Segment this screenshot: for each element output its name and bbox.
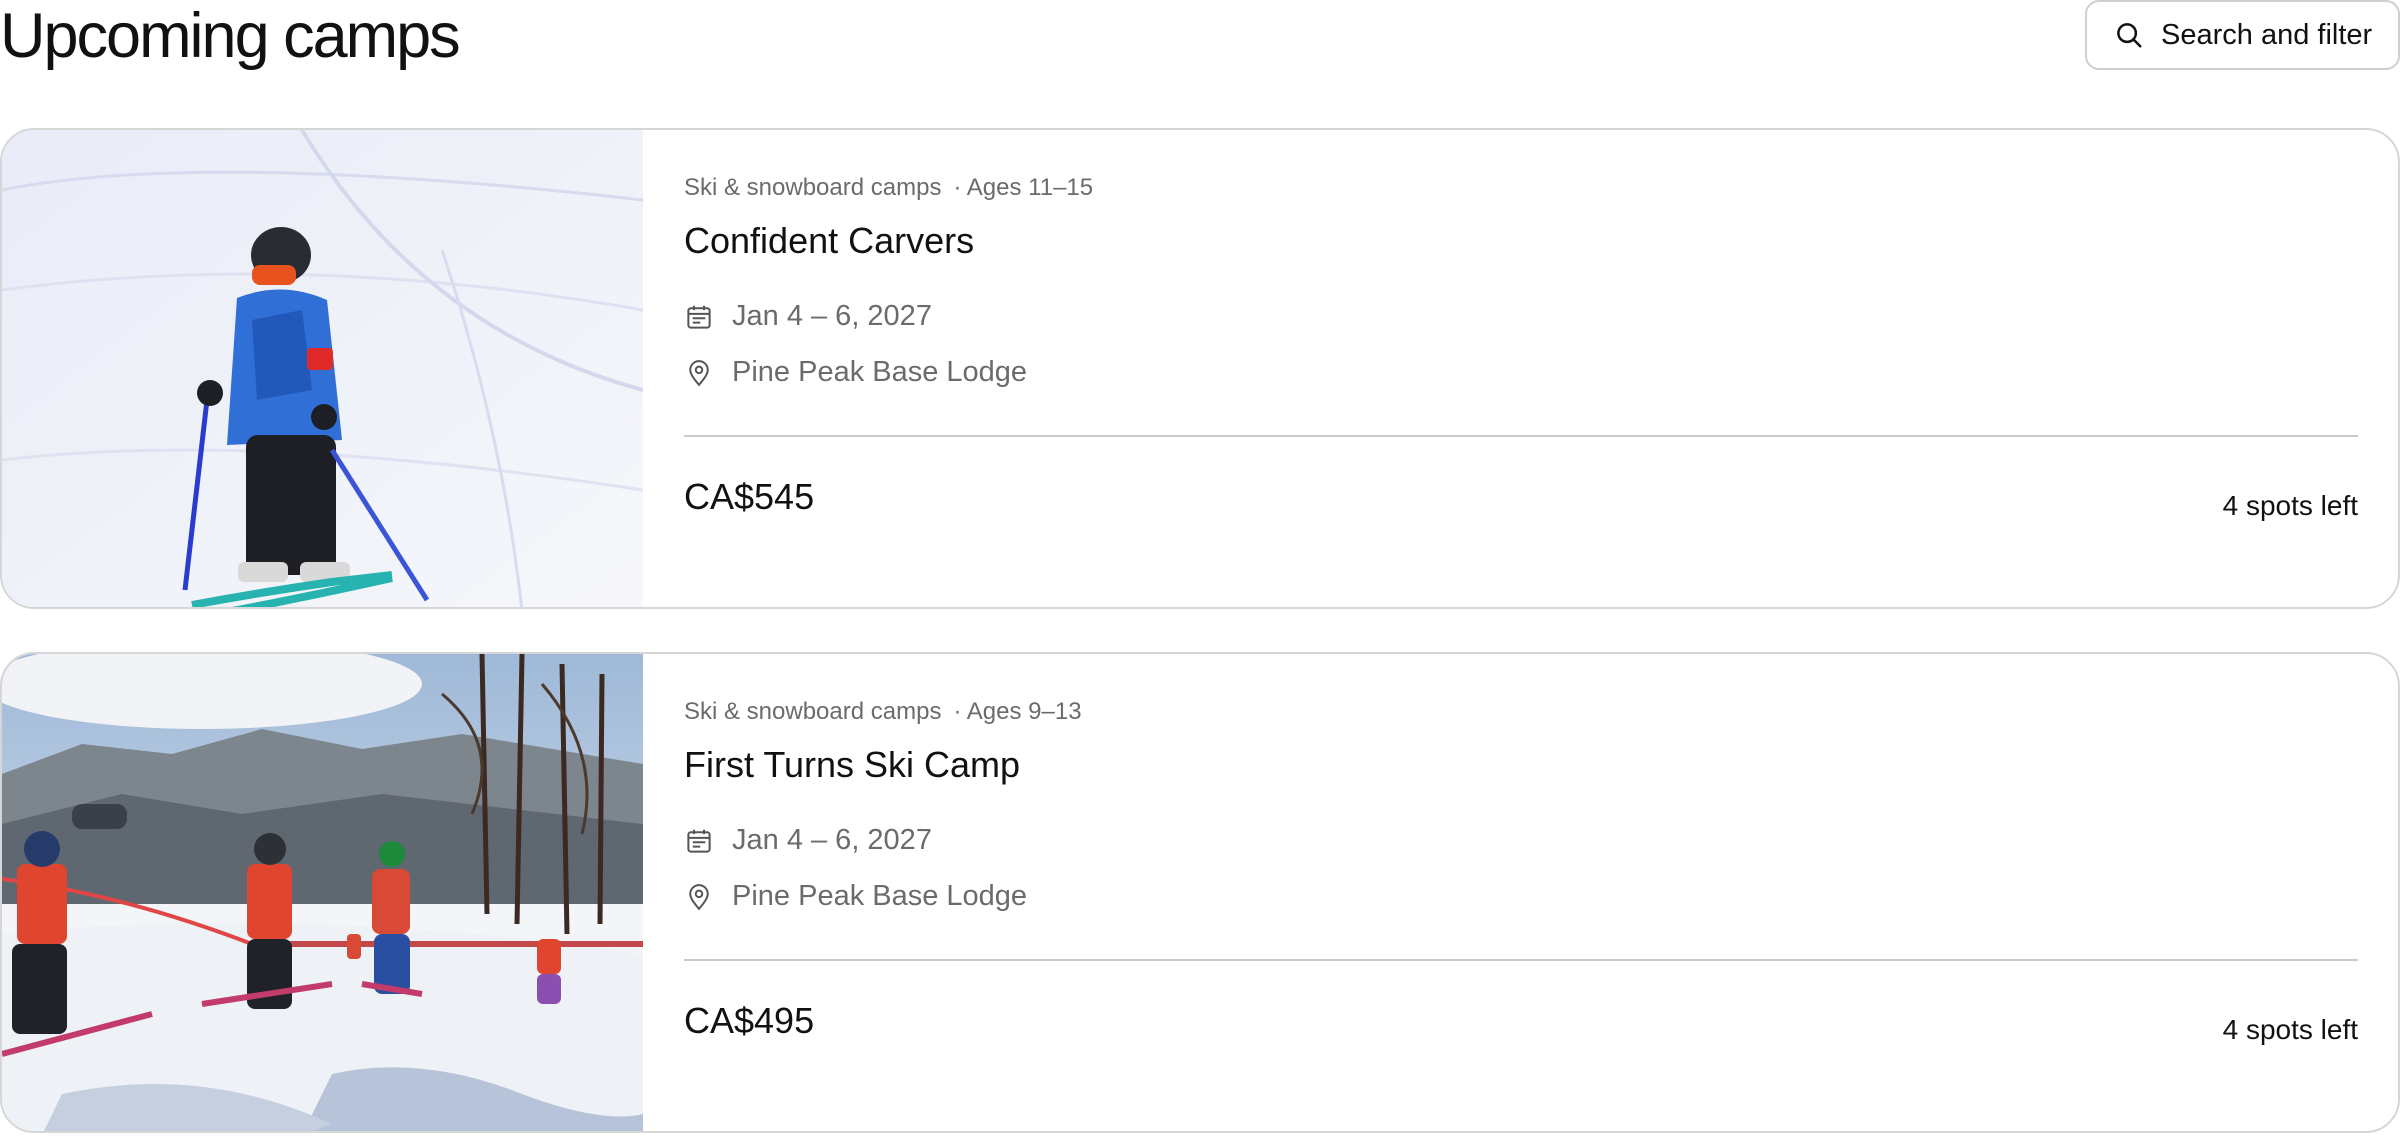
ski-group-photo-icon (2, 654, 643, 1131)
camp-title[interactable]: First Turns Ski Camp (684, 744, 1020, 786)
camp-dates: Jan 4 – 6, 2027 (732, 300, 932, 332)
camp-location-row: Pine Peak Base Lodge (684, 356, 1027, 389)
location-pin-icon (689, 883, 709, 910)
camp-image (2, 654, 643, 1131)
spots-left: 4 spots left (2222, 1014, 2358, 1045)
camp-dates-row: Jan 4 – 6, 2027 (684, 300, 932, 333)
camp-category: Ski & snowboard camps (684, 698, 942, 725)
camp-card-body: Ski & snowboard camps · Ages 11–15 Confid… (684, 130, 2358, 607)
location-pin-icon (689, 359, 709, 386)
search-and-filter-button[interactable]: Search and filter (2085, 0, 2400, 70)
camp-meta: Ski & snowboard camps · Ages 11–15 (684, 174, 1093, 202)
camp-location-row: Pine Peak Base Lodge (684, 880, 1027, 913)
camp-location: Pine Peak Base Lodge (732, 356, 1028, 388)
camp-card[interactable]: Ski & snowboard camps · Ages 11–15 Confid… (0, 128, 2400, 609)
skier-photo-icon (2, 130, 643, 607)
camp-image (2, 130, 643, 607)
card-divider (684, 435, 2358, 437)
camp-price: CA$545 (684, 476, 815, 517)
camp-dates: Jan 4 – 6, 2027 (732, 824, 932, 856)
camp-location: Pine Peak Base Lodge (732, 880, 1028, 912)
calendar-icon (687, 305, 711, 329)
search-icon (2117, 23, 2142, 48)
search-button-label: Search and filter (2161, 18, 2373, 51)
camp-card-body: Ski & snowboard camps · Ages 9–13 First T… (684, 654, 2358, 1131)
camp-dates-row: Jan 4 – 6, 2027 (684, 824, 932, 857)
camp-ages: · Ages 9–13 (953, 698, 1082, 725)
camp-meta: Ski & snowboard camps · Ages 9–13 (684, 698, 1082, 726)
camp-title[interactable]: Confident Carvers (684, 220, 974, 262)
spots-left: 4 spots left (2222, 490, 2358, 521)
page-title: Upcoming camps (0, 1, 461, 71)
camp-category: Ski & snowboard camps (684, 174, 942, 201)
camp-price: CA$495 (684, 1000, 815, 1041)
camp-card[interactable]: Ski & snowboard camps · Ages 9–13 First T… (0, 652, 2400, 1133)
card-divider (684, 959, 2358, 961)
camp-ages: · Ages 11–15 (953, 174, 1094, 201)
calendar-icon (687, 829, 711, 853)
